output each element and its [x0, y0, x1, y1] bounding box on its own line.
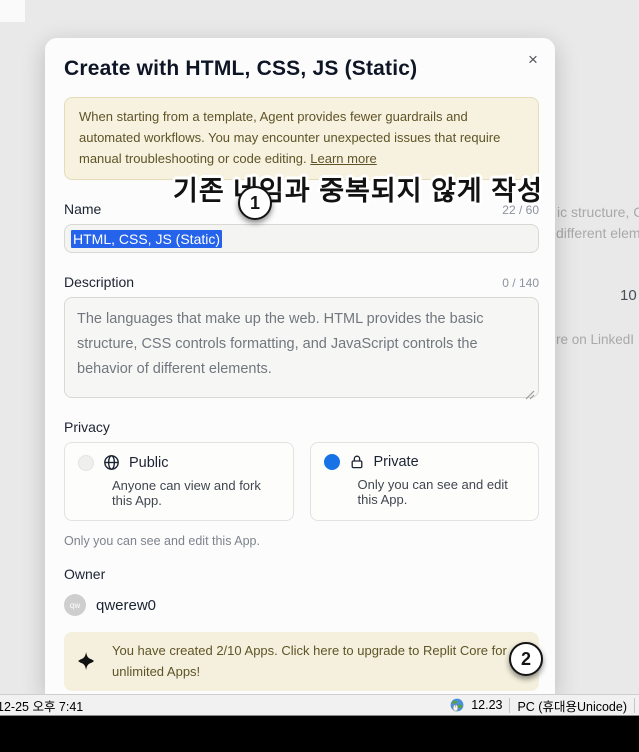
resize-handle-icon[interactable]	[525, 384, 535, 394]
background-text-fragment: different elem	[556, 225, 639, 241]
public-option-title: Public	[129, 455, 169, 471]
background-text-fragment: re on LinkedI	[556, 332, 634, 347]
description-label: Description	[64, 274, 134, 290]
corner-square	[0, 0, 25, 22]
globe-viewer-icon	[450, 698, 464, 712]
upgrade-banner[interactable]: You have created 2/10 Apps. Click here t…	[64, 632, 539, 690]
callout-badge-2: 2	[509, 642, 543, 676]
description-char-counter: 0 / 140	[502, 276, 539, 290]
description-placeholder-text: The languages that make up the web. HTML…	[77, 311, 484, 377]
dialog-title: Create with HTML, CSS, JS (Static)	[64, 57, 539, 81]
statusbar-separator	[509, 698, 510, 713]
privacy-label: Privacy	[64, 419, 110, 435]
privacy-option-private[interactable]: Private Only you can see and edit this A…	[310, 442, 540, 521]
public-option-subtitle: Anyone can view and fork this App.	[112, 478, 283, 508]
sparkle-icon	[78, 652, 95, 671]
owner-row: qw qwerew0	[64, 594, 539, 616]
name-label: Name	[64, 201, 101, 217]
name-input[interactable]: HTML, CSS, JS (Static)	[64, 224, 539, 253]
letterbox-strip	[0, 716, 639, 752]
statusbar-separator	[634, 698, 635, 713]
name-input-selected-text: HTML, CSS, JS (Static)	[71, 230, 222, 248]
private-option-title: Private	[374, 454, 419, 470]
template-warning-banner: When starting from a template, Agent pro…	[64, 97, 539, 180]
create-app-dialog: × Create with HTML, CSS, JS (Static) Whe…	[45, 38, 555, 694]
statusbar-zoom-value: 12.23	[471, 698, 502, 712]
lock-icon	[349, 454, 365, 470]
owner-label: Owner	[64, 566, 539, 582]
callout-badge-1: 1	[238, 186, 272, 220]
radio-public-unchecked[interactable]	[78, 455, 94, 471]
radio-private-checked[interactable]	[324, 454, 340, 470]
globe-icon	[103, 454, 120, 471]
background-text-fragment: 10	[620, 287, 637, 304]
korean-annotation: 기존 네임과 중복되지 않게 작성	[173, 169, 543, 208]
avatar: qw	[64, 594, 86, 616]
upgrade-banner-text: You have created 2/10 Apps. Click here t…	[112, 641, 525, 681]
background-text-fragment: ic structure, C	[557, 204, 639, 220]
screen: ic structure, C different elem 10 re on …	[0, 0, 639, 752]
description-textarea[interactable]: The languages that make up the web. HTML…	[64, 297, 539, 398]
privacy-option-public[interactable]: Public Anyone can view and fork this App…	[64, 442, 294, 521]
warning-text: When starting from a template, Agent pro…	[79, 109, 500, 166]
statusbar-encoding: PC (휴대용Unicode)	[517, 696, 627, 715]
owner-username: qwerew0	[96, 597, 156, 614]
private-option-subtitle: Only you can see and edit this App.	[358, 477, 529, 507]
statusbar-datetime: 12-25 오후 7:41	[0, 696, 83, 715]
viewer-statusbar: 12-25 오후 7:41 12.23 PC (휴대용Unicode)	[0, 694, 639, 716]
close-icon[interactable]: ×	[522, 49, 544, 71]
learn-more-link[interactable]: Learn more	[310, 151, 376, 166]
privacy-note: Only you can see and edit this App.	[64, 534, 539, 548]
